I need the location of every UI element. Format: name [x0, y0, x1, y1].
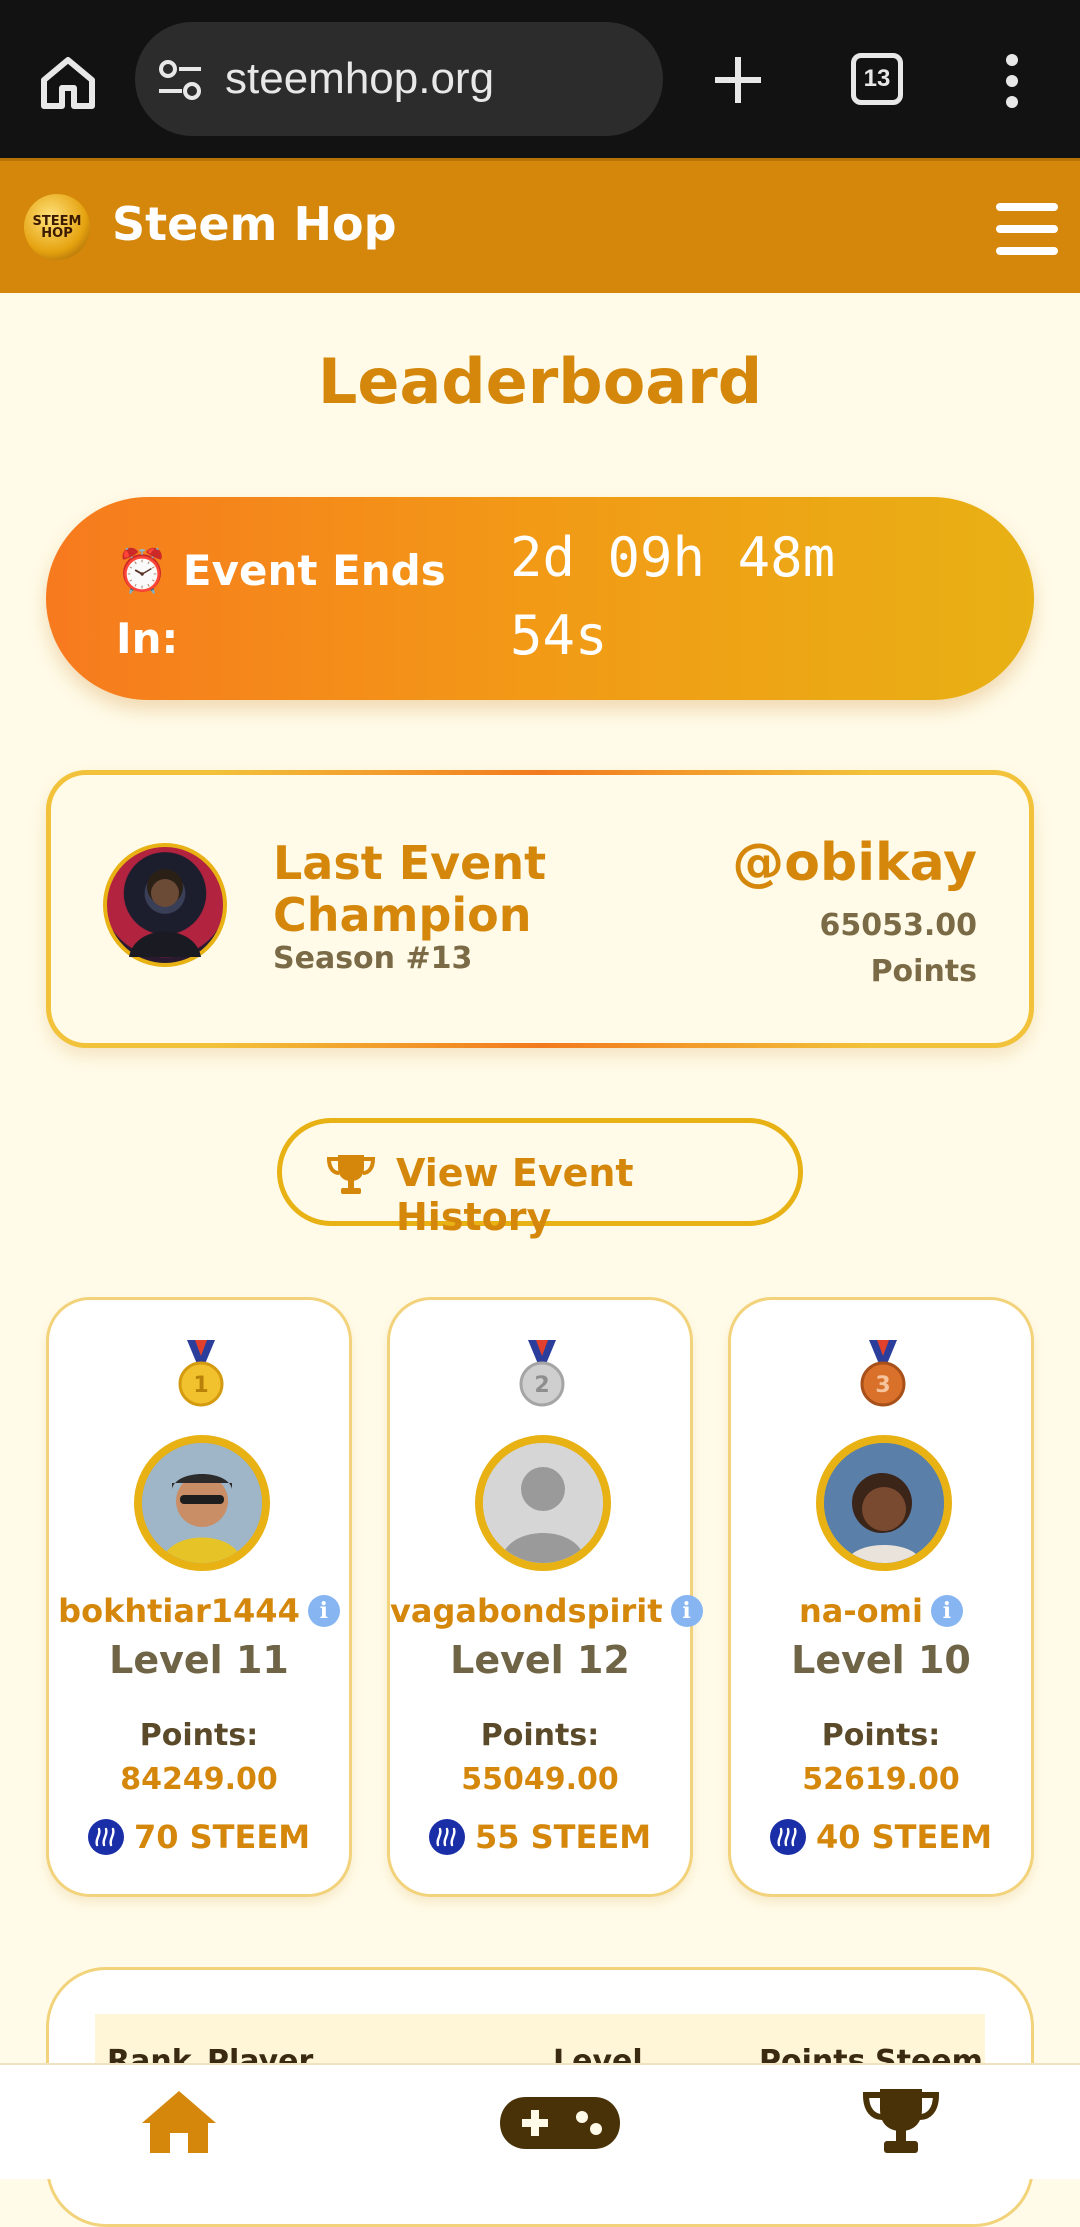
home-icon[interactable] [140, 2089, 218, 2155]
address-bar[interactable]: steemhop.org [135, 22, 663, 136]
info-icon[interactable]: i [307, 1595, 340, 1627]
trophy-icon [326, 1155, 376, 1194]
tabs-icon[interactable]: 13 [851, 53, 903, 105]
countdown-value-line2: 54s [510, 604, 608, 667]
app-header: STEEM HOP Steem Hop [0, 158, 1080, 293]
page-title: Leaderboard [317, 345, 763, 418]
steem-icon [87, 1819, 124, 1855]
player-reward: 40 STEEM [731, 1818, 1031, 1856]
event-countdown: ⏰ Event Ends In: 2d 09h 48m 54s [46, 497, 1034, 700]
player-name-row: na-omi i [731, 1592, 1031, 1630]
hamburger-menu-icon[interactable] [996, 203, 1058, 255]
player-points: 84249.00 [120, 1762, 278, 1797]
gamepad-icon[interactable] [498, 2095, 622, 2151]
player-reward: 55 STEEM [390, 1818, 690, 1856]
champion-season: Season #13 [273, 941, 473, 976]
champion-title: Last Event Champion [273, 837, 633, 941]
menu-bar [996, 225, 1058, 233]
gold-medal-icon: 1 [178, 1340, 224, 1407]
podium-card-2[interactable]: 2 vagabondspirit i Level 12 Points: 55049… [387, 1297, 703, 1897]
champion-points-label: Points [870, 954, 977, 989]
podium-card-3[interactable]: 3 na-omi i Level 10 Points: 52619.00 40 S… [728, 1297, 1034, 1897]
champion-points-value: 65053.00 [819, 908, 977, 943]
svg-text:1: 1 [193, 1373, 208, 1398]
champion-title-line1: Last Event [273, 836, 547, 890]
points-label: Points: [480, 1718, 600, 1753]
player-username[interactable]: na-omi [799, 1592, 923, 1630]
steem-icon [769, 1819, 806, 1855]
podium-card-1[interactable]: 1 bokhtiar1444 i Level 11 Points: 84249.0… [46, 1297, 352, 1897]
logo-text: STEEM HOP [32, 214, 82, 241]
trophy-icon[interactable] [862, 2087, 940, 2157]
bottom-navigation [0, 2063, 1080, 2179]
reward-amount: 55 STEEM [474, 1818, 652, 1856]
new-tab-plus-icon[interactable] [712, 54, 764, 106]
points-label: Points: [821, 1718, 941, 1753]
info-icon[interactable]: i [930, 1595, 963, 1627]
info-icon[interactable]: i [670, 1595, 703, 1627]
silver-medal-icon: 2 [519, 1340, 565, 1407]
champion-points: 65053.00 Points [717, 903, 977, 995]
points-label: Points: [139, 1718, 259, 1753]
svg-text:3: 3 [875, 1373, 890, 1398]
view-event-history-label: View Event History [396, 1151, 634, 1239]
player-points: 52619.00 [802, 1762, 960, 1797]
avatar [816, 1435, 952, 1571]
champion-avatar [103, 843, 227, 967]
countdown-value-line1: 2d 09h 48m [510, 526, 836, 589]
player-level: Level 10 [791, 1638, 971, 1682]
player-name-row: bokhtiar1444 i [49, 1592, 349, 1630]
avatar [475, 1435, 611, 1571]
player-name-row: vagabondspirit i [390, 1592, 703, 1630]
menu-bar [996, 247, 1058, 255]
url-text[interactable]: steemhop.org [225, 54, 494, 104]
champion-username[interactable]: @obikay [732, 833, 977, 893]
steem-icon [428, 1819, 465, 1855]
menu-bar [996, 203, 1058, 211]
player-username[interactable]: vagabondspirit [390, 1592, 663, 1630]
champion-title-line2: Champion [273, 888, 532, 942]
view-event-history-button[interactable]: View Event History [277, 1118, 803, 1239]
avatar [134, 1435, 270, 1571]
player-points: 55049.00 [461, 1762, 619, 1797]
reward-amount: 40 STEEM [815, 1818, 993, 1856]
countdown-label: ⏰ Event Ends In: [116, 537, 456, 673]
logo[interactable]: STEEM HOP [24, 194, 90, 260]
more-vert-icon[interactable] [1000, 54, 1024, 108]
card-accent-line [211, 1043, 871, 1048]
site-info-icon[interactable] [157, 58, 203, 102]
home-icon[interactable] [36, 50, 100, 114]
player-level: Level 12 [450, 1638, 630, 1682]
reward-amount: 70 STEEM [133, 1818, 311, 1856]
player-reward: 70 STEEM [49, 1818, 349, 1856]
player-username[interactable]: bokhtiar1444 [58, 1592, 300, 1630]
card-accent-line [211, 770, 871, 775]
svg-text:2: 2 [534, 1373, 549, 1398]
brand-name[interactable]: Steem Hop [112, 197, 397, 251]
last-champion-card: Last Event Champion Season #13 @obikay 6… [46, 770, 1034, 1048]
browser-toolbar: steemhop.org 13 [0, 0, 1080, 158]
countdown-label-line2: In: [116, 614, 179, 663]
champion-avatar-image [129, 869, 201, 957]
bronze-medal-icon: 3 [860, 1340, 906, 1407]
countdown-label-line1: ⏰ Event Ends [116, 546, 446, 595]
countdown-value: 2d 09h 48m 54s [510, 519, 910, 675]
player-level: Level 11 [109, 1638, 289, 1682]
